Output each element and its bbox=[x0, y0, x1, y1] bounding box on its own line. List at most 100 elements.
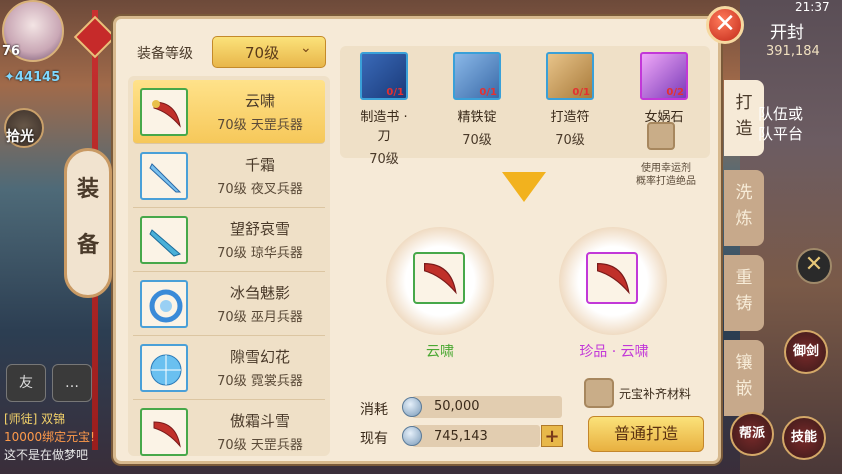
material-slot[interactable]: 0/2 女娲石 bbox=[632, 52, 696, 125]
clock: 21:37 bbox=[795, 0, 830, 14]
weapon-thumbnail bbox=[140, 216, 188, 264]
equipment-tab-label-1: 装 bbox=[76, 177, 99, 202]
material-name: 打造符 bbox=[550, 110, 590, 125]
team-line-1: 队伍或 bbox=[758, 105, 804, 123]
sword-flight-button[interactable]: 御剑 bbox=[784, 330, 828, 374]
result-slot-rare[interactable] bbox=[586, 252, 638, 304]
material-name: 精铁锭 bbox=[457, 110, 497, 125]
moon-ring-icon bbox=[149, 289, 183, 323]
owned-value: 745,143 bbox=[434, 429, 488, 444]
weapon-list-item[interactable]: 千霜 70级 夜叉兵器 bbox=[133, 144, 325, 208]
material-level: 70级 bbox=[462, 133, 492, 148]
luck-hint-line-2: 概率打造绝品 bbox=[636, 176, 696, 187]
chevron-down-icon: ⌄ bbox=[300, 40, 312, 56]
yuanbao-fill-checkbox[interactable] bbox=[584, 378, 614, 408]
cost-value: 50,000 bbox=[434, 399, 480, 414]
close-x-button[interactable]: ✕ bbox=[796, 248, 832, 284]
chat-message: [师徒] 双锦 bbox=[4, 412, 66, 426]
red-blade-icon bbox=[153, 421, 181, 448]
gang-button[interactable]: 帮派 bbox=[730, 412, 774, 456]
weapon-desc: 70级 天罡兵器 bbox=[217, 118, 303, 133]
material-count: 0/2 bbox=[666, 87, 684, 98]
normal-forge-button[interactable]: 普通打造 bbox=[588, 416, 704, 452]
server-number: 391,184 bbox=[766, 44, 820, 59]
material-slot[interactable]: 0/1 制造书 · 刀 70级 bbox=[352, 52, 416, 167]
tab-recast[interactable]: 重 铸 bbox=[724, 255, 764, 331]
weapon-thumbnail bbox=[140, 280, 188, 328]
scroll-icon: 0/1 bbox=[546, 52, 594, 100]
player-level: 76 bbox=[2, 44, 21, 59]
pickup-label: 拾光 bbox=[6, 129, 34, 145]
result-normal-name: 云啸 bbox=[426, 344, 454, 360]
equipment-level-value: 70级 bbox=[245, 44, 280, 62]
tab-refine-label-1: 洗 bbox=[735, 183, 753, 203]
material-level: 70级 bbox=[369, 152, 399, 167]
skill-button[interactable]: 技能 bbox=[782, 416, 826, 460]
result-rare-name: 珍品 · 云啸 bbox=[579, 344, 649, 360]
combat-power: ✦44145 bbox=[4, 70, 61, 85]
weapon-list[interactable]: 云啸 70级 天罡兵器 千霜 70级 夜叉兵器 望舒哀雪 70级 琼华兵器 冰刍… bbox=[128, 76, 330, 456]
material-name: 制造书 · 刀 bbox=[360, 110, 408, 144]
crystal-icon: 0/2 bbox=[640, 52, 688, 100]
luck-hint-line-1: 使用幸运剂 bbox=[641, 163, 691, 174]
weapon-name: 傲霜斗雪 bbox=[229, 412, 290, 430]
weapon-thumbnail bbox=[140, 344, 188, 392]
team-platform-text[interactable]: 队伍或 队平台 bbox=[758, 104, 803, 144]
weapon-name: 云啸 bbox=[244, 92, 275, 110]
equipment-tab-label-2: 备 bbox=[76, 233, 99, 258]
red-blade-icon bbox=[597, 262, 630, 295]
tab-refine-label-2: 炼 bbox=[735, 209, 753, 229]
material-slot[interactable]: 0/1 精铁锭 70级 bbox=[445, 52, 509, 148]
equipment-level-label: 装备等级 bbox=[137, 46, 193, 62]
arrow-down-icon bbox=[502, 172, 546, 202]
weapon-list-item[interactable]: 冰刍魅影 70级 巫月兵器 bbox=[133, 272, 325, 336]
weapon-name: 隙雪幻花 bbox=[229, 348, 290, 366]
weapon-thumbnail bbox=[140, 88, 188, 136]
red-blade-icon bbox=[152, 100, 181, 128]
equipment-side-tab[interactable]: 装 备 bbox=[64, 148, 112, 298]
close-panel-button[interactable]: ✕ bbox=[706, 6, 744, 44]
weapon-desc: 70级 霓裳兵器 bbox=[217, 374, 303, 389]
jade-sword-icon bbox=[149, 229, 181, 257]
combat-power-value: 44145 bbox=[14, 70, 61, 85]
weapon-name: 冰刍魅影 bbox=[229, 284, 290, 302]
luck-checkbox[interactable] bbox=[647, 122, 675, 150]
red-blade-icon bbox=[424, 262, 457, 295]
tab-recast-label-1: 重 bbox=[735, 268, 753, 288]
weapon-thumbnail bbox=[140, 408, 188, 456]
material-level: 70级 bbox=[555, 133, 585, 148]
team-line-2: 队平台 bbox=[758, 125, 804, 143]
silver-coin-icon bbox=[402, 397, 422, 417]
silver-coin-icon bbox=[402, 426, 422, 446]
cost-label: 消耗 bbox=[360, 402, 388, 418]
result-slot-normal[interactable] bbox=[413, 252, 465, 304]
server-name: 开封 bbox=[770, 23, 804, 43]
tab-refine[interactable]: 洗 炼 bbox=[724, 170, 764, 246]
weapon-desc: 70级 天罡兵器 bbox=[217, 438, 303, 453]
book-icon: 0/1 bbox=[360, 52, 408, 100]
material-slot[interactable]: 0/1 打造符 70级 bbox=[538, 52, 602, 148]
weapon-name: 千霜 bbox=[244, 156, 275, 174]
luck-hint: 使用幸运剂 概率打造绝品 bbox=[624, 162, 708, 188]
weapon-name: 望舒哀雪 bbox=[229, 220, 290, 238]
chat-message: 这不是在做梦吧 bbox=[4, 448, 89, 462]
weapon-desc: 70级 琼华兵器 bbox=[217, 246, 303, 261]
chat-button[interactable]: … bbox=[52, 364, 92, 402]
iron-ingot-icon: 0/1 bbox=[453, 52, 501, 100]
material-count: 0/1 bbox=[479, 87, 497, 98]
add-currency-button[interactable]: + bbox=[541, 425, 563, 447]
chat-message: 10000绑定元宝! bbox=[4, 430, 95, 444]
weapon-list-item[interactable]: 傲霜斗雪 70级 天罡兵器 bbox=[133, 400, 325, 456]
flower-fan-icon bbox=[150, 354, 182, 386]
weapon-list-item[interactable]: 云啸 70级 天罡兵器 bbox=[133, 80, 325, 144]
weapon-desc: 70级 夜叉兵器 bbox=[217, 182, 303, 197]
weapon-thumbnail bbox=[140, 152, 188, 200]
tab-inlay-label-1: 镶 bbox=[735, 353, 753, 373]
weapon-desc: 70级 巫月兵器 bbox=[217, 310, 303, 325]
ice-sword-icon bbox=[149, 163, 182, 193]
weapon-list-item[interactable]: 隙雪幻花 70级 霓裳兵器 bbox=[133, 336, 325, 400]
tab-inlay[interactable]: 镶 嵌 bbox=[724, 340, 764, 416]
friend-button[interactable]: 友 bbox=[6, 364, 46, 402]
material-count: 0/1 bbox=[572, 87, 590, 98]
weapon-list-item[interactable]: 望舒哀雪 70级 琼华兵器 bbox=[133, 208, 325, 272]
